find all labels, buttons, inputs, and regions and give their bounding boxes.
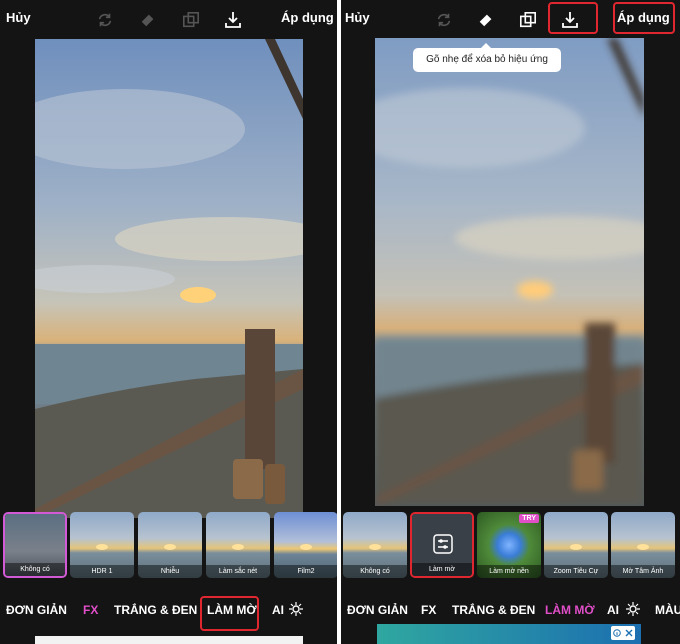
tab-simple[interactable]: ĐƠN GIẢN (347, 603, 408, 617)
right-editor-panel: Hủy Áp dụng Gõ nhẹ để xóa bỏ hiệu ứng Kh… (341, 0, 680, 644)
photo-preview-blurred (375, 38, 644, 506)
compare-icon[interactable] (517, 9, 539, 31)
cancel-button[interactable]: Hủy (6, 10, 31, 25)
tab-blur[interactable]: LÀM MỜ (545, 603, 595, 617)
thumb-none[interactable]: Không có (3, 512, 67, 578)
effect-thumbnails: Không có HDR 1 Nhiễu Làm sắc nét Film2 (0, 512, 337, 584)
redo-icon[interactable] (94, 9, 116, 31)
thumb-focus-zoom[interactable]: Zoom Tiêu Cự (544, 512, 608, 578)
apply-highlight (613, 2, 675, 34)
thumb-label: HDR 1 (70, 565, 134, 578)
tab-simple[interactable]: ĐƠN GIẢN (6, 603, 67, 617)
category-tabs: ĐƠN GIẢN FX TRẮNG & ĐEN LÀM MỜ AI (0, 596, 337, 631)
thumb-blur[interactable]: Làm mờ (410, 512, 474, 578)
tab-fx[interactable]: FX (83, 603, 98, 617)
close-icon[interactable] (625, 624, 633, 642)
thumb-center-blur[interactable]: Mờ Tâm Ảnh (611, 512, 675, 578)
bottom-banner (35, 636, 303, 644)
eraser-icon[interactable] (137, 9, 159, 31)
thumb-label: Không có (5, 563, 65, 576)
thumb-label: Không có (343, 565, 407, 578)
cancel-button[interactable]: Hủy (345, 10, 370, 25)
top-toolbar: Hủy Áp dụng (0, 0, 337, 38)
thumb-label: Film2 (274, 565, 337, 578)
ad-controls (611, 626, 635, 640)
thumb-label: Làm sắc nét (206, 565, 270, 578)
thumb-noise[interactable]: Nhiễu (138, 512, 202, 578)
try-badge: TRY (519, 514, 539, 523)
blur-settings-icon (433, 534, 453, 559)
thumb-label: Mờ Tâm Ảnh (611, 565, 675, 578)
top-toolbar: Hủy Áp dụng (341, 0, 680, 38)
tab-color[interactable]: MÀU (655, 603, 680, 617)
eraser-icon[interactable] (475, 9, 497, 31)
thumb-hdr1[interactable]: HDR 1 (70, 512, 134, 578)
tab-black-white[interactable]: TRẮNG & ĐEN (452, 603, 535, 617)
thumb-background-blur[interactable]: TRY Làm mờ nền (477, 512, 541, 578)
download-icon[interactable] (222, 9, 244, 31)
settings-icon[interactable] (626, 602, 640, 621)
ad-info-icon[interactable] (613, 624, 621, 642)
ad-banner[interactable] (377, 624, 641, 644)
thumb-label: Làm mờ nền (477, 565, 541, 578)
download-highlight (548, 2, 598, 34)
tab-ai[interactable]: AI (607, 603, 619, 617)
category-tabs: ĐƠN GIẢN FX TRẮNG & ĐEN LÀM MỜ AI MÀU (341, 596, 680, 620)
tab-fx[interactable]: FX (421, 603, 436, 617)
tab-ai[interactable]: AI (272, 603, 284, 617)
thumb-sharpen[interactable]: Làm sắc nét (206, 512, 270, 578)
apply-button[interactable]: Áp dụng (281, 10, 334, 25)
thumb-none[interactable]: Không có (343, 512, 407, 578)
redo-icon[interactable] (433, 9, 455, 31)
effect-thumbnails: Không có Làm mờ TRY Làm mờ nền Zoom Tiêu… (341, 512, 680, 584)
compare-icon[interactable] (180, 9, 202, 31)
blur-tab-highlight (200, 596, 259, 631)
photo-preview (35, 39, 303, 518)
thumb-label: Zoom Tiêu Cự (544, 565, 608, 578)
thumb-label: Làm mờ (412, 563, 472, 576)
tab-black-white[interactable]: TRẮNG & ĐEN (114, 603, 197, 617)
hint-tooltip: Gõ nhẹ để xóa bỏ hiệu ứng (413, 43, 561, 72)
thumb-label: Nhiễu (138, 565, 202, 578)
left-editor-panel: Hủy Áp dụng Không có HDR 1 Nhiễu Làm sắc… (0, 0, 337, 644)
settings-icon[interactable] (289, 602, 303, 621)
thumb-film2[interactable]: Film2 (274, 512, 337, 578)
